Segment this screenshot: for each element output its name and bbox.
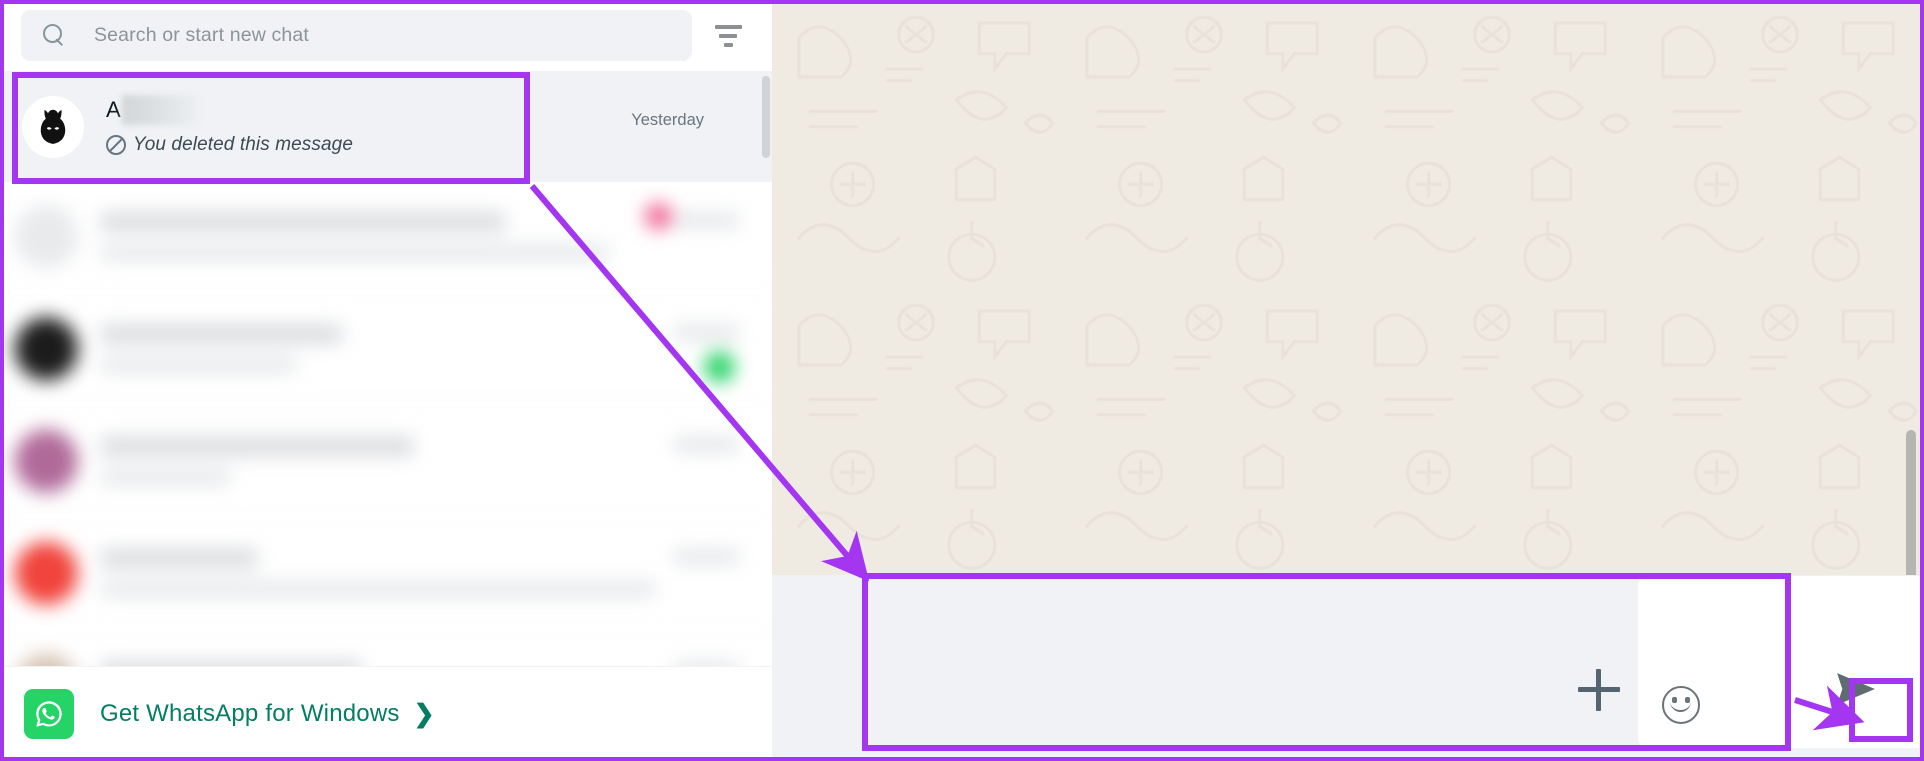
whatsapp-logo-icon <box>24 689 74 739</box>
list-item-meta <box>100 548 772 597</box>
emoji-smile <box>1670 700 1691 712</box>
list-item[interactable] <box>0 293 772 405</box>
chat-item-timestamp: Yesterday <box>631 111 704 129</box>
chat-name-prefix: A <box>106 97 121 122</box>
chat-list-blurred <box>0 186 772 666</box>
list-item-time <box>673 325 739 340</box>
chat-item-preview: You deleted this message <box>106 132 758 158</box>
batman-avatar-icon <box>40 109 66 144</box>
promo-label: Get WhatsApp for Windows <box>100 700 400 727</box>
list-item[interactable] <box>0 517 772 630</box>
chevron-right-icon: ❯ <box>413 699 435 728</box>
message-composer <box>772 575 1924 761</box>
list-item-meta <box>100 436 772 485</box>
send-button[interactable] <box>1832 671 1880 707</box>
filter-bar-1 <box>714 24 742 29</box>
avatar <box>14 541 78 605</box>
list-item-time <box>673 213 739 228</box>
avatar <box>14 316 78 380</box>
whatsapp-web-window: Search or start new chat A You deleted t… <box>0 0 1924 761</box>
list-item-title <box>100 436 414 456</box>
chat-list-scrollbar[interactable] <box>762 76 770 158</box>
deleted-message-icon <box>106 135 126 155</box>
send-icon <box>1837 673 1875 705</box>
status-badge <box>645 202 672 230</box>
list-item-time <box>673 549 739 565</box>
list-item-subtitle <box>100 469 231 485</box>
chat-list-panel: Search or start new chat A You deleted t… <box>0 0 772 761</box>
message-input[interactable] <box>1638 576 1924 748</box>
status-badge <box>704 351 735 383</box>
list-item-subtitle <box>100 581 656 597</box>
emoji-icon[interactable] <box>1662 686 1700 724</box>
chat-list-blurred-inner <box>0 186 772 666</box>
list-item-time <box>673 437 739 452</box>
list-item[interactable] <box>0 629 772 666</box>
conversation-panel: 05/01/2024 <box>772 0 1924 761</box>
conversation-scrollbar[interactable] <box>1906 430 1916 580</box>
avatar <box>14 653 78 666</box>
search-icon <box>43 24 66 47</box>
search-header: Search or start new chat <box>0 0 772 71</box>
list-item-subtitle <box>100 244 610 261</box>
filter-bar-3 <box>723 42 733 47</box>
chat-preview-text: You deleted this message <box>133 134 353 155</box>
list-item-title <box>100 548 258 569</box>
list-item-subtitle <box>100 356 297 373</box>
list-item-meta <box>100 324 772 373</box>
plus-icon[interactable] <box>1578 669 1620 711</box>
list-item[interactable] <box>0 405 772 518</box>
avatar <box>14 204 78 268</box>
get-whatsapp-for-windows-banner[interactable]: Get WhatsApp for Windows ❯ <box>0 666 772 761</box>
list-item-title <box>100 212 506 232</box>
avatar <box>14 428 78 493</box>
filter-icon[interactable] <box>706 14 750 58</box>
list-item[interactable] <box>0 186 772 293</box>
search-placeholder: Search or start new chat <box>94 24 309 46</box>
avatar <box>22 95 84 158</box>
chat-background-doodle <box>772 0 1924 576</box>
filter-bar-2 <box>719 33 737 38</box>
chat-name-redacted <box>121 95 200 125</box>
list-item-meta <box>100 212 772 261</box>
search-input[interactable]: Search or start new chat <box>21 10 692 61</box>
list-item-title <box>100 324 342 344</box>
chat-list-item-selected[interactable]: A You deleted this message Yesterday <box>0 71 772 182</box>
